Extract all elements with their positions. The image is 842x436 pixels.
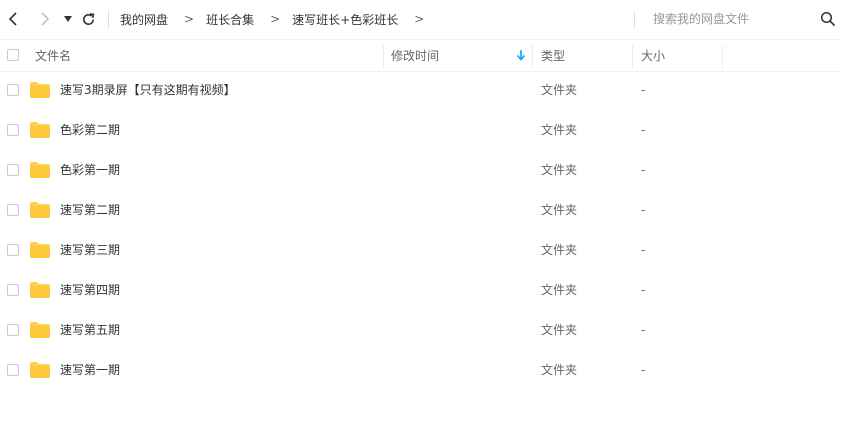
folder-icon (30, 282, 50, 298)
row-checkbox[interactable] (7, 164, 19, 176)
breadcrumb-item-root[interactable]: 我的网盘 (120, 11, 168, 28)
refresh-button[interactable] (79, 10, 97, 28)
toolbar-divider (108, 11, 109, 28)
row-checkbox[interactable] (7, 244, 19, 256)
column-header-type[interactable]: 类型 (541, 40, 565, 71)
file-list-header: 文件名 修改时间 类型 大小 (0, 39, 842, 72)
search-divider (634, 11, 635, 28)
file-size: - (641, 83, 646, 97)
row-checkbox[interactable] (7, 324, 19, 336)
chevron-left-icon (8, 12, 17, 26)
file-list: 速写3期录屏【只有这期有视频】 文件夹 - 色彩第二期 文件夹 - 色彩第一期 … (0, 70, 842, 390)
caret-down-icon (64, 16, 72, 22)
file-row[interactable]: 速写第二期 文件夹 - (0, 190, 842, 230)
folder-icon (30, 82, 50, 98)
row-checkbox[interactable] (7, 124, 19, 136)
file-size: - (641, 323, 646, 337)
breadcrumb-separator: > (414, 12, 425, 26)
file-name[interactable]: 色彩第一期 (60, 150, 120, 190)
breadcrumb-separator: > (270, 12, 281, 26)
toolbar: 我的网盘 > 班长合集 > 速写班长+色彩班长 > (0, 0, 842, 38)
column-header-name[interactable]: 文件名 (35, 40, 71, 71)
file-type: 文件夹 (541, 203, 578, 217)
search-input[interactable] (645, 9, 823, 29)
file-size: - (641, 243, 646, 257)
row-checkbox[interactable] (7, 364, 19, 376)
chevron-right-icon (41, 12, 50, 26)
file-type: 文件夹 (541, 323, 578, 337)
folder-icon (30, 162, 50, 178)
folder-icon (30, 122, 50, 138)
file-type: 文件夹 (541, 123, 578, 137)
file-name[interactable]: 速写第四期 (60, 270, 120, 310)
column-divider (722, 45, 723, 69)
folder-icon (30, 322, 50, 338)
breadcrumb-separator: > (184, 12, 195, 26)
folder-icon (30, 362, 50, 378)
refresh-icon (82, 12, 94, 25)
row-checkbox[interactable] (7, 84, 19, 96)
file-size: - (641, 123, 646, 137)
file-size: - (641, 163, 646, 177)
file-type: 文件夹 (541, 363, 578, 377)
file-type: 文件夹 (541, 243, 578, 257)
file-name[interactable]: 速写第二期 (60, 190, 120, 230)
row-checkbox[interactable] (7, 284, 19, 296)
breadcrumb-item-collection[interactable]: 班长合集 (206, 11, 254, 28)
column-divider (532, 45, 533, 69)
row-checkbox[interactable] (7, 204, 19, 216)
back-button[interactable] (5, 10, 23, 28)
breadcrumb-item-current[interactable]: 速写班长+色彩班长 (292, 11, 398, 28)
forward-button[interactable] (35, 10, 53, 28)
file-name[interactable]: 速写第三期 (60, 230, 120, 270)
file-row[interactable]: 色彩第二期 文件夹 - (0, 110, 842, 150)
arrow-down-icon (516, 50, 526, 61)
file-name[interactable]: 速写第一期 (60, 350, 120, 390)
file-name[interactable]: 色彩第二期 (60, 110, 120, 150)
file-row[interactable]: 速写3期录屏【只有这期有视频】 文件夹 - (0, 70, 842, 110)
file-type: 文件夹 (541, 83, 578, 97)
file-row[interactable]: 速写第四期 文件夹 - (0, 270, 842, 310)
breadcrumb: 我的网盘 > 班长合集 > 速写班长+色彩班长 > (120, 0, 436, 38)
column-header-size[interactable]: 大小 (641, 40, 665, 71)
file-size: - (641, 203, 646, 217)
search-icon (820, 11, 836, 27)
folder-icon (30, 202, 50, 218)
file-row[interactable]: 色彩第一期 文件夹 - (0, 150, 842, 190)
column-divider (632, 45, 633, 69)
file-size: - (641, 283, 646, 297)
file-size: - (641, 363, 646, 377)
search-button[interactable] (820, 11, 836, 27)
file-name[interactable]: 速写3期录屏【只有这期有视频】 (60, 70, 236, 110)
history-dropdown-button[interactable] (59, 10, 77, 28)
file-row[interactable]: 速写第一期 文件夹 - (0, 350, 842, 390)
file-name[interactable]: 速写第五期 (60, 310, 120, 350)
file-row[interactable]: 速写第三期 文件夹 - (0, 230, 842, 270)
file-type: 文件夹 (541, 283, 578, 297)
sort-button[interactable] (516, 49, 526, 64)
file-row[interactable]: 速写第五期 文件夹 - (0, 310, 842, 350)
column-header-modified[interactable]: 修改时间 (391, 40, 439, 71)
file-type: 文件夹 (541, 163, 578, 177)
column-divider (383, 45, 384, 69)
select-all-checkbox[interactable] (7, 49, 19, 61)
folder-icon (30, 242, 50, 258)
